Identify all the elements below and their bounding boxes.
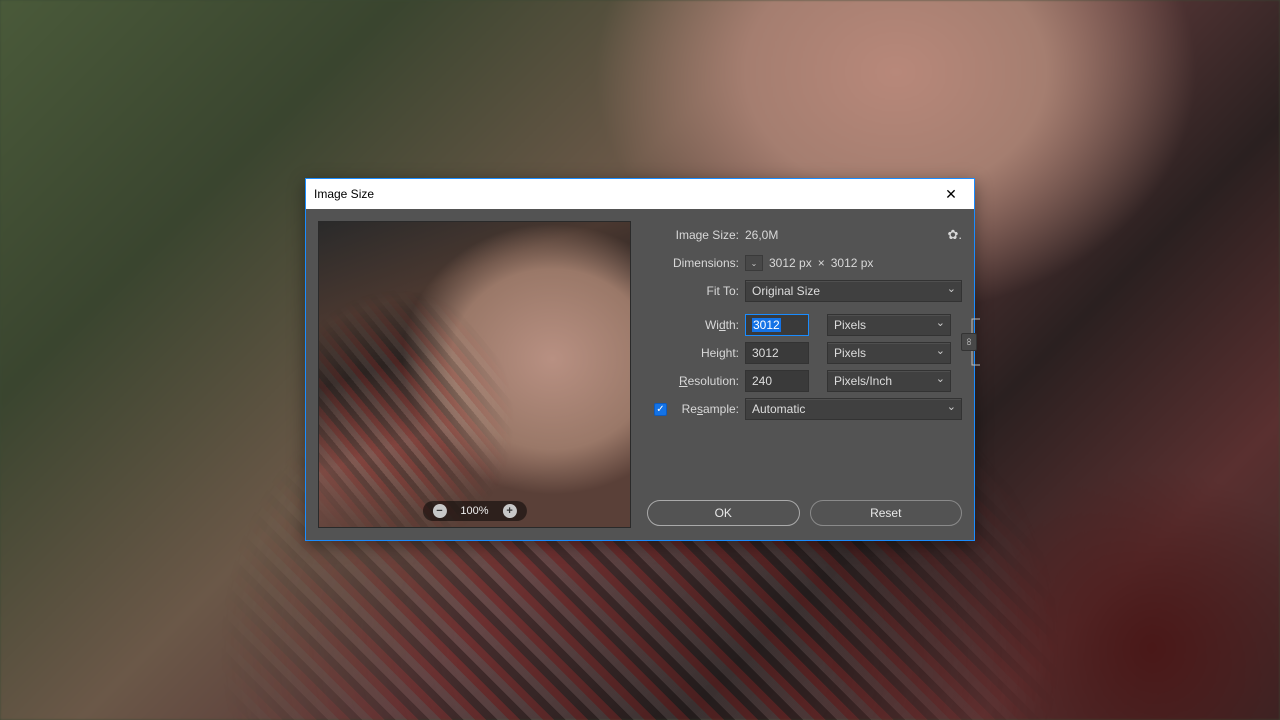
resolution-label: Resolution: <box>647 374 739 388</box>
width-unit-select[interactable]: Pixels <box>827 314 951 336</box>
resample-label: Resample: <box>673 402 739 416</box>
button-row: OK Reset <box>647 492 962 528</box>
dimensions-height: 3012 px <box>831 256 874 270</box>
height-input[interactable]: 3012 <box>745 342 809 364</box>
resolution-value: 240 <box>752 374 772 388</box>
height-value: 3012 <box>752 346 779 360</box>
dimensions-label: Dimensions: <box>647 256 739 270</box>
fit-to-value: Original Size <box>752 284 820 298</box>
resolution-unit: Pixels/Inch <box>834 374 892 388</box>
resolution-unit-select[interactable]: Pixels/Inch <box>827 370 951 392</box>
width-input[interactable]: 3012 <box>745 314 809 336</box>
zoom-level: 100% <box>460 505 488 517</box>
width-value: 3012 <box>752 318 781 332</box>
ok-button[interactable]: OK <box>647 500 800 526</box>
resample-checkbox[interactable]: ✓ <box>654 403 667 416</box>
fit-to-label: Fit To: <box>647 284 739 298</box>
reset-label: Reset <box>870 506 901 520</box>
width-label: Width: <box>647 318 739 332</box>
dialog-titlebar[interactable]: Image Size ✕ <box>306 179 974 209</box>
reset-button[interactable]: Reset <box>810 500 963 526</box>
resample-select[interactable]: Automatic <box>745 398 962 420</box>
row-resolution: Resolution: 240 Pixels/Inch <box>647 367 962 395</box>
height-unit-select[interactable]: Pixels <box>827 342 951 364</box>
controls-column: Image Size: 26,0M ✿. Dimensions: ⌄ 3012 … <box>647 221 962 528</box>
dimensions-times: × <box>818 256 825 270</box>
resample-value: Automatic <box>752 402 805 416</box>
dimensions-dropdown-icon[interactable]: ⌄ <box>745 255 763 271</box>
gear-icon[interactable]: ✿. <box>947 227 962 243</box>
row-dimensions: Dimensions: ⌄ 3012 px × 3012 px <box>647 249 962 277</box>
height-label: Height: <box>647 346 739 360</box>
image-size-value: 26,0M <box>745 228 778 242</box>
close-icon[interactable]: ✕ <box>936 179 966 209</box>
dialog-body: − 100% + Image Size: 26,0M ✿. Dimensions… <box>306 209 974 540</box>
image-size-dialog: Image Size ✕ − 100% + Image Size: 26,0M … <box>305 178 975 541</box>
ok-label: OK <box>715 506 732 520</box>
row-width: Width: 3012 Pixels <box>647 311 962 339</box>
constrain-proportions-icon[interactable]: 𝟾 <box>961 333 977 351</box>
height-unit: Pixels <box>834 346 866 360</box>
zoom-in-icon[interactable]: + <box>503 504 517 518</box>
row-resample: ✓ Resample: Automatic <box>647 395 962 423</box>
preview-column: − 100% + <box>318 221 631 528</box>
resolution-input[interactable]: 240 <box>745 370 809 392</box>
zoom-out-icon[interactable]: − <box>432 504 446 518</box>
row-height: Height: 3012 Pixels <box>647 339 962 367</box>
fit-to-select[interactable]: Original Size <box>745 280 962 302</box>
width-unit: Pixels <box>834 318 866 332</box>
dimensions-width: 3012 px <box>769 256 812 270</box>
row-image-size: Image Size: 26,0M ✿. <box>647 221 962 249</box>
image-preview[interactable]: − 100% + <box>318 221 631 528</box>
zoom-bar: − 100% + <box>422 501 526 521</box>
image-size-label: Image Size: <box>647 228 739 242</box>
dialog-title: Image Size <box>314 187 936 201</box>
row-fit-to: Fit To: Original Size <box>647 277 962 305</box>
